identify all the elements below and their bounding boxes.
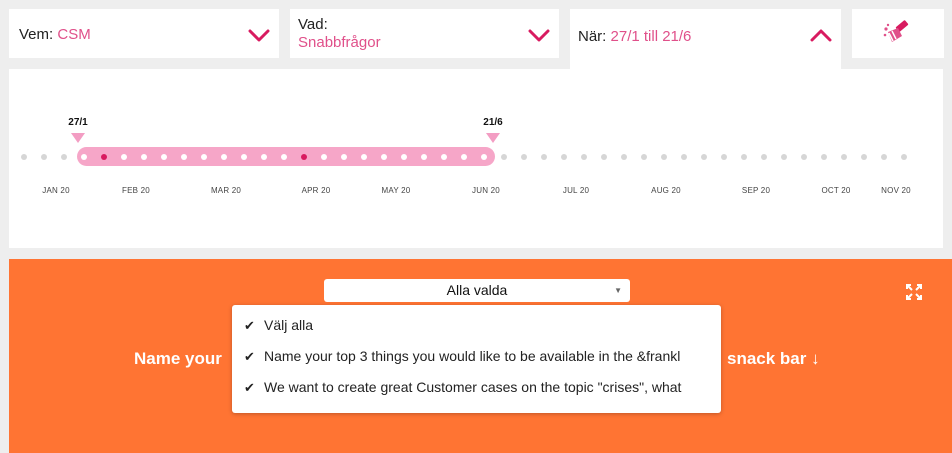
timeline-dot[interactable] [461,154,467,160]
question-select[interactable]: Alla valda ▼ [324,279,630,302]
paint-brush-icon [882,20,912,51]
timeline-dot[interactable] [641,154,647,160]
chevron-down-icon[interactable] [248,29,270,43]
filter-vad-value: Snabbfrågor [298,34,381,51]
check-icon: ✔ [244,380,255,395]
question-select-value: Alla valda [446,282,508,298]
timeline-dot[interactable] [821,154,827,160]
option-label: We want to create great Customer cases o… [264,379,682,395]
timeline-dot[interactable] [261,154,267,160]
timeline-dot[interactable] [401,154,407,160]
month-label: JUN 20 [472,186,500,195]
timeline-dot[interactable] [741,154,747,160]
timeline-dot[interactable] [181,154,187,160]
check-icon: ✔ [244,318,255,333]
month-label: FEB 20 [122,186,150,195]
timeline-dot[interactable] [601,154,607,160]
timeline-dot[interactable] [701,154,707,160]
timeline-dot[interactable] [881,154,887,160]
timeline-dot[interactable] [781,154,787,160]
check-icon: ✔ [244,349,255,364]
filter-vem-value: CSM [57,26,91,43]
question-title-start: Name your [134,349,222,368]
timeline-dot[interactable] [201,154,207,160]
option-question-2[interactable]: ✔ We want to create great Customer cases … [244,379,716,396]
timeline-dot[interactable] [481,154,487,160]
timeline-dot[interactable] [21,154,27,160]
timeline-dot[interactable] [61,154,67,160]
month-label: JUL 20 [562,186,590,195]
month-label: AUG 20 [651,186,681,195]
filter-vad-label: Vad: [298,16,328,33]
timeline-dot[interactable] [901,154,907,160]
timeline-dot[interactable] [321,154,327,160]
start-handle[interactable] [71,133,85,143]
month-label: JAN 20 [42,186,70,195]
month-label: SEP 20 [741,186,771,195]
filter-vad[interactable]: Vad: Snabbfrågor [290,9,559,58]
timeline-dot[interactable] [801,154,807,160]
start-date-label: 27/1 [68,117,88,128]
timeline-dot[interactable] [541,154,547,160]
timeline-dot[interactable] [681,154,687,160]
caret-down-icon: ▼ [614,286,622,295]
filter-nar-text: När: 27/1 till 21/6 [578,28,691,45]
timeline-dot[interactable] [861,154,867,160]
filter-nar[interactable]: När: 27/1 till 21/6 [570,9,841,69]
timeline-dot[interactable] [581,154,587,160]
timeline-dot[interactable] [301,154,307,160]
timeline-dot[interactable] [501,154,507,160]
clear-filters-button[interactable] [852,9,944,58]
timeline-dot[interactable] [661,154,667,160]
timeline-dot[interactable] [281,154,287,160]
option-label: Välj alla [264,317,314,333]
expand-icon[interactable] [906,284,922,305]
timeline-dot[interactable] [381,154,387,160]
timeline-dot[interactable] [141,154,147,160]
timeline-dot[interactable] [841,154,847,160]
chevron-up-icon[interactable] [810,28,832,42]
option-label: Name your top 3 things you would like to… [264,348,681,364]
end-handle[interactable] [486,133,500,143]
filter-vem[interactable]: Vem: CSM [9,9,279,58]
timeline-dot[interactable] [521,154,527,160]
timeline-dot[interactable] [621,154,627,160]
filter-vem-label: Vem: [19,26,54,43]
filter-nar-label: När: [578,28,607,45]
timeline-dot[interactable] [341,154,347,160]
chevron-down-icon[interactable] [528,29,550,43]
timeline-dot[interactable] [41,154,47,160]
month-label: APR 20 [301,186,331,195]
timeline-dot[interactable] [101,154,107,160]
month-label: NOV 20 [881,186,911,195]
timeline-dot[interactable] [121,154,127,160]
timeline-panel: 27/1 21/6 JAN 20 FEB 20 MAR 20 APR 20 MA… [9,69,943,248]
month-label: OCT 20 [821,186,851,195]
filter-nar-value: 27/1 till 21/6 [610,28,692,45]
timeline-dot[interactable] [761,154,767,160]
timeline-dot[interactable] [241,154,247,160]
option-question-1[interactable]: ✔ Name your top 3 things you would like t… [244,348,716,365]
timeline-dot[interactable] [161,154,167,160]
month-label: MAY 20 [381,186,411,195]
timeline-dot[interactable] [221,154,227,160]
question-title-end: snack bar ↓ [727,349,820,368]
timeline-dot[interactable] [721,154,727,160]
timeline-dot[interactable] [81,154,87,160]
timeline-dot[interactable] [441,154,447,160]
option-select-all[interactable]: ✔ Välj alla [244,317,716,334]
filter-vem-text: Vem: CSM [19,26,91,43]
question-dropdown: ✔ Välj alla ✔ Name your top 3 things you w… [232,305,721,413]
timeline-dot[interactable] [361,154,367,160]
end-date-label: 21/6 [483,117,503,128]
timeline-dot[interactable] [561,154,567,160]
timeline-dot[interactable] [421,154,427,160]
month-label: MAR 20 [210,186,242,195]
